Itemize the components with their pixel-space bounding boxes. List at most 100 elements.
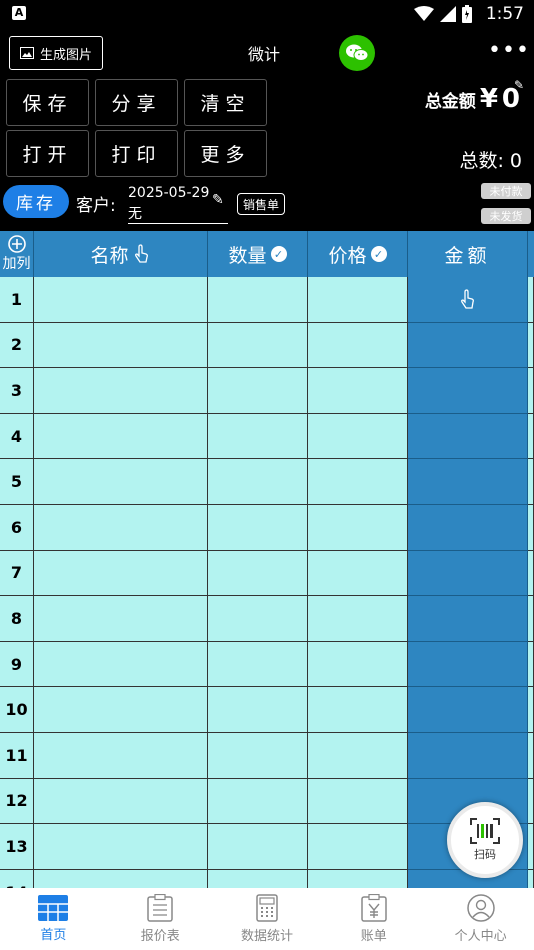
item-table: 加列 名称 数量 ✓ 价格 ✓ 金额 1234567891011121314 [0, 231, 534, 888]
price-cell[interactable] [308, 277, 408, 323]
name-cell[interactable] [34, 641, 208, 688]
price-cell[interactable] [308, 641, 408, 688]
name-cell[interactable] [34, 550, 208, 597]
price-cell[interactable] [308, 824, 408, 870]
edit-total-icon[interactable]: ✎ [514, 78, 524, 92]
price-cell[interactable] [308, 869, 408, 888]
overflow-cell [528, 733, 534, 779]
row-number-cell: 8 [0, 596, 34, 642]
more-menu-icon[interactable]: ••• [488, 38, 530, 63]
wechat-button[interactable] [339, 35, 375, 71]
name-cell[interactable] [34, 733, 208, 779]
table-row: 11 [0, 733, 534, 779]
edit-customer-icon[interactable]: ✎ [212, 192, 224, 208]
amount-cell[interactable] [408, 687, 528, 733]
price-cell[interactable] [308, 687, 408, 733]
stock-button[interactable]: 库存 [3, 185, 69, 218]
column-name[interactable]: 名称 [34, 231, 208, 277]
price-cell[interactable] [308, 550, 408, 597]
amount-cell[interactable] [408, 322, 528, 369]
quantity-cell[interactable] [208, 596, 308, 642]
row-number-cell: 13 [0, 824, 34, 870]
more-button[interactable]: 更多 [184, 130, 267, 177]
quantity-cell[interactable] [208, 824, 308, 870]
name-cell[interactable] [34, 413, 208, 460]
table-row: 1 [0, 277, 534, 323]
name-cell[interactable] [34, 322, 208, 369]
quantity-cell[interactable] [208, 550, 308, 597]
amount-cell[interactable] [408, 733, 528, 779]
wechat-icon [346, 44, 369, 61]
unshipped-badge[interactable]: 未发货 [481, 208, 531, 224]
amount-cell[interactable] [408, 368, 528, 414]
name-cell[interactable] [34, 459, 208, 505]
quantity-cell[interactable] [208, 413, 308, 460]
quantity-cell[interactable] [208, 869, 308, 888]
customer-date[interactable]: 2025-05-29 [128, 185, 209, 201]
quantity-cell[interactable] [208, 505, 308, 551]
row-number-cell: 2 [0, 322, 34, 369]
open-button[interactable]: 打开 [6, 130, 89, 177]
price-cell[interactable] [308, 413, 408, 460]
name-cell[interactable] [34, 277, 208, 323]
nav-home[interactable]: 首页 [0, 888, 107, 950]
amount-cell[interactable] [408, 413, 528, 460]
price-cell[interactable] [308, 368, 408, 414]
overflow-cell [528, 778, 534, 825]
amount-cell[interactable] [408, 596, 528, 642]
nav-profile[interactable]: 个人中心 [427, 888, 534, 950]
amount-cell[interactable] [408, 550, 528, 597]
quantity-cell[interactable] [208, 277, 308, 323]
total-amount[interactable]: 总金额 ¥ 0 [425, 84, 520, 114]
generate-image-button[interactable]: 生成图片 [9, 36, 103, 70]
table-row: 10 [0, 687, 534, 733]
overflow-cell [528, 459, 534, 505]
name-cell[interactable] [34, 869, 208, 888]
name-cell[interactable] [34, 687, 208, 733]
scan-button[interactable]: 扫码 [447, 802, 523, 878]
column-price[interactable]: 价格 ✓ [308, 231, 408, 277]
row-number-cell: 6 [0, 505, 34, 551]
price-cell[interactable] [308, 596, 408, 642]
name-cell[interactable] [34, 596, 208, 642]
quantity-cell[interactable] [208, 733, 308, 779]
unpaid-badge[interactable]: 未付款 [481, 183, 531, 199]
nav-bills-label: 账单 [360, 929, 387, 944]
quantity-cell[interactable] [208, 322, 308, 369]
column-amount[interactable]: 金额 [408, 231, 528, 277]
nav-quotes[interactable]: 报价表 [107, 888, 214, 950]
nav-stats[interactable]: 数据统计 [214, 888, 321, 950]
quantity-cell[interactable] [208, 368, 308, 414]
column-overflow [528, 231, 534, 277]
name-cell[interactable] [34, 368, 208, 414]
quantity-cell[interactable] [208, 459, 308, 505]
add-column-button[interactable]: 加列 [0, 231, 34, 277]
price-cell[interactable] [308, 505, 408, 551]
quantity-cell[interactable] [208, 687, 308, 733]
amount-cell[interactable] [408, 505, 528, 551]
customer-label: 客户: [76, 196, 116, 216]
price-cell[interactable] [308, 733, 408, 779]
clear-button[interactable]: 清空 [184, 79, 267, 126]
name-cell[interactable] [34, 824, 208, 870]
price-cell[interactable] [308, 322, 408, 369]
amount-cell[interactable] [408, 459, 528, 505]
row-number-cell: 10 [0, 687, 34, 733]
customer-name[interactable]: 无 [128, 203, 142, 223]
amount-cell[interactable] [408, 277, 528, 323]
tap-hand-icon [134, 244, 148, 263]
share-button[interactable]: 分享 [95, 79, 178, 126]
save-button[interactable]: 保存 [6, 79, 89, 126]
quantity-cell[interactable] [208, 778, 308, 825]
price-cell[interactable] [308, 459, 408, 505]
column-quantity[interactable]: 数量 ✓ [208, 231, 308, 277]
currency-symbol: ¥ [479, 84, 498, 114]
amount-cell[interactable] [408, 641, 528, 688]
order-type-button[interactable]: 销售单 [237, 193, 285, 215]
print-button[interactable]: 打印 [95, 130, 178, 177]
nav-bills[interactable]: 账单 [320, 888, 427, 950]
quantity-cell[interactable] [208, 641, 308, 688]
name-cell[interactable] [34, 778, 208, 825]
name-cell[interactable] [34, 505, 208, 551]
price-cell[interactable] [308, 778, 408, 825]
